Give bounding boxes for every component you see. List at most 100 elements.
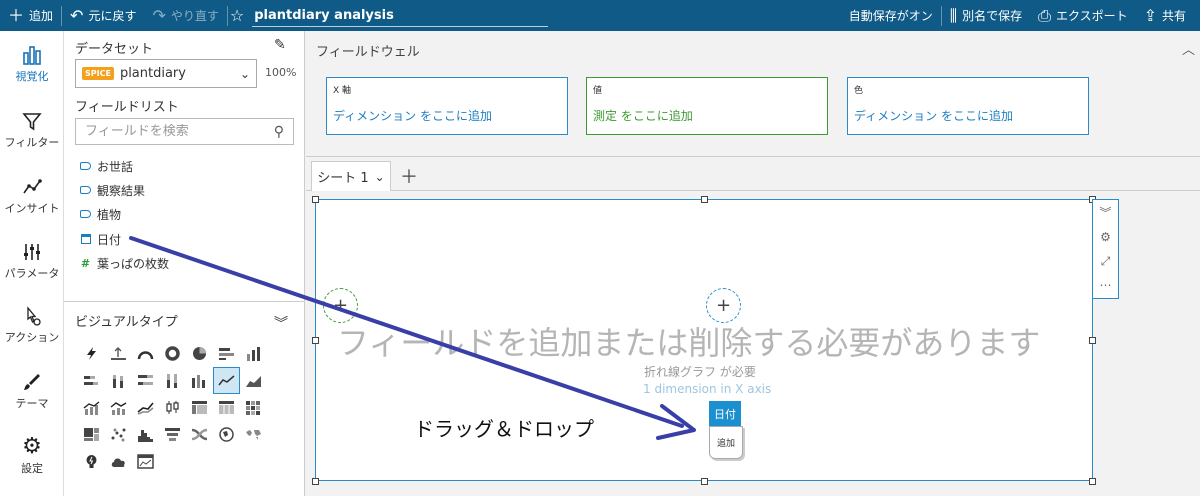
rail-item-themes[interactable]: テーマ [0,369,64,411]
kpi-icon [87,347,96,360]
add-button[interactable]: ＋ 追加 [0,0,61,31]
resize-handle[interactable] [701,478,708,485]
rail-item-filter[interactable]: フィルター [0,108,64,150]
toolbar-right-group: 自動保存がオン ⫼ 別名で保存 ⎙ エクスポート ⇪ 共有 [841,0,1200,31]
search-icon: ⚲ [273,123,284,140]
field-item[interactable]: 日付 [80,228,121,250]
expand-icon[interactable]: ⤢ [1101,252,1111,271]
visual-type-heatmap[interactable] [240,394,267,421]
panel-divider [64,301,305,302]
visual-type-empty [267,394,294,421]
visual-type-geo-map[interactable] [213,421,240,448]
rail-item-actions[interactable]: アクション [0,303,64,345]
visual-type-table[interactable] [213,394,240,421]
visual-type-line[interactable] [213,367,240,394]
visual-type-combo-line[interactable] [78,394,105,421]
field-name: お世話 [97,159,134,174]
rail-item-settings[interactable]: ⚙ 設定 [0,434,64,476]
visual-type-histogram[interactable] [132,421,159,448]
redo-button[interactable]: ↷ やり直す [144,0,226,31]
visual-type-100-v[interactable] [159,367,186,394]
well-label: 色 [854,86,864,96]
visual-type-sankey[interactable] [186,421,213,448]
save-as-button[interactable]: ⫼ 別名で保存 [942,0,1030,31]
field-search-input[interactable] [85,124,274,139]
line-chart-icon [218,375,235,386]
field-item[interactable]: 観察結果 [80,179,145,201]
visual-type-gauge[interactable] [132,340,159,367]
well-label: 値 [593,86,603,96]
autosave-toggle[interactable]: 自動保存がオン [841,0,941,31]
rail-item-insights[interactable]: インサイト [0,174,64,216]
sliders-icon [24,244,40,260]
visual-type-donut[interactable] [159,340,186,367]
insight-icon [23,179,42,194]
dataset-select[interactable]: SPICE plantdiary ⌄ [75,59,257,88]
more-options-icon[interactable]: ⋯ [1100,276,1112,295]
resize-handle[interactable] [312,196,319,203]
resize-handle[interactable] [312,478,319,485]
dragged-field-chip[interactable]: 追加 日付 [709,401,745,461]
chevron-up-icon[interactable]: ︿ [1182,39,1195,58]
field-item[interactable]: 植物 [80,203,121,225]
well-color[interactable]: 色 ディメンション をここに追加 [847,77,1089,135]
visual-type-stacked-v[interactable] [105,367,132,394]
well-x-axis[interactable]: X 軸 ディメンション をここに追加 [326,77,568,135]
collapse-chevron-icon[interactable]: ︾ [274,313,288,333]
calendar-icon [80,234,91,245]
well-value[interactable]: 値 測定 をここに追加 [586,77,828,135]
visual-type-100-h[interactable] [132,367,159,394]
stacked-area-icon [137,402,154,415]
resize-handle[interactable] [1089,337,1096,344]
share-button[interactable]: ⇪ 共有 [1136,0,1194,31]
add-sheet-button[interactable]: ＋ [400,163,418,189]
field-item[interactable]: お世話 [80,155,133,177]
settings-gear-icon[interactable]: ⚙ [1100,228,1111,247]
rail-item-parameters[interactable]: パラメータ [0,239,64,281]
chevron-down-icon[interactable]: ⌄ [375,170,385,184]
resize-handle[interactable] [701,196,708,203]
dataset-label: データセット [75,42,154,57]
donut-icon [165,346,180,361]
save-as-icon: ⫼ [949,5,958,25]
field-item[interactable]: # 葉っぱの枚数 [80,252,169,274]
top-toolbar: ＋ 追加 ↶ 元に戻す ↷ やり直す ☆ 自動保存がオン ⫼ 別名で保存 ⎙ エ… [0,0,1200,31]
visual-type-area[interactable] [240,367,267,394]
visual-type-stacked-h[interactable] [78,367,105,394]
field-wells: フィールドウェル ︿ X 軸 ディメンション をここに追加 値 測定 をここに追… [306,31,1200,157]
star-icon[interactable]: ☆ [230,6,244,25]
visual-type-horizontal-bar[interactable] [213,340,240,367]
visual-type-combo-line-2[interactable] [105,394,132,421]
visual-type-pivot[interactable] [186,394,213,421]
visual-types-label: ビジュアルタイプ [75,315,178,330]
visual-type-box-plot[interactable] [159,394,186,421]
visual-type-gauge-bar[interactable] [105,340,132,367]
visual-type-tree-map[interactable] [78,421,105,448]
export-button[interactable]: ⎙ エクスポート [1030,0,1135,31]
tab-sheet-1[interactable]: シート 1 ⌄ [311,161,391,191]
visual-type-scatter[interactable] [105,421,132,448]
visual-type-funnel[interactable] [159,421,186,448]
analysis-title-input[interactable] [252,4,549,27]
visual-requirement: 折れ線グラフ が必要 [644,365,756,379]
drag-drop-annotation: ドラッグ＆ドロップ [414,417,594,441]
undo-button[interactable]: ↶ 元に戻す [62,0,144,31]
resize-handle[interactable] [1089,478,1096,485]
resize-handle[interactable] [312,337,319,344]
rail-item-visualize[interactable]: 視覚化 [0,42,64,84]
visual-side-toolbar: ︾ ⚙ ⤢ ⋯ [1092,199,1119,299]
collapse-double-chevron-icon[interactable]: ︾ [1099,204,1111,223]
pencil-icon[interactable]: ✎ [274,37,286,53]
visual-type-combo[interactable] [186,367,213,394]
stacked-horizontal-icon [84,376,98,385]
visual-type-vertical-bar[interactable] [240,340,267,367]
visual-type-stacked-area[interactable] [132,394,159,421]
visual-type-word-cloud[interactable] [105,448,132,475]
visual-type-custom[interactable] [132,448,159,475]
visual-type-pie[interactable] [186,340,213,367]
rail-label: 設定 [21,462,43,475]
visual-type-kpi[interactable] [78,340,105,367]
visual-type-insight[interactable] [78,448,105,475]
visual-type-filled-map[interactable] [240,421,267,448]
vertical-bar-icon [247,347,260,361]
